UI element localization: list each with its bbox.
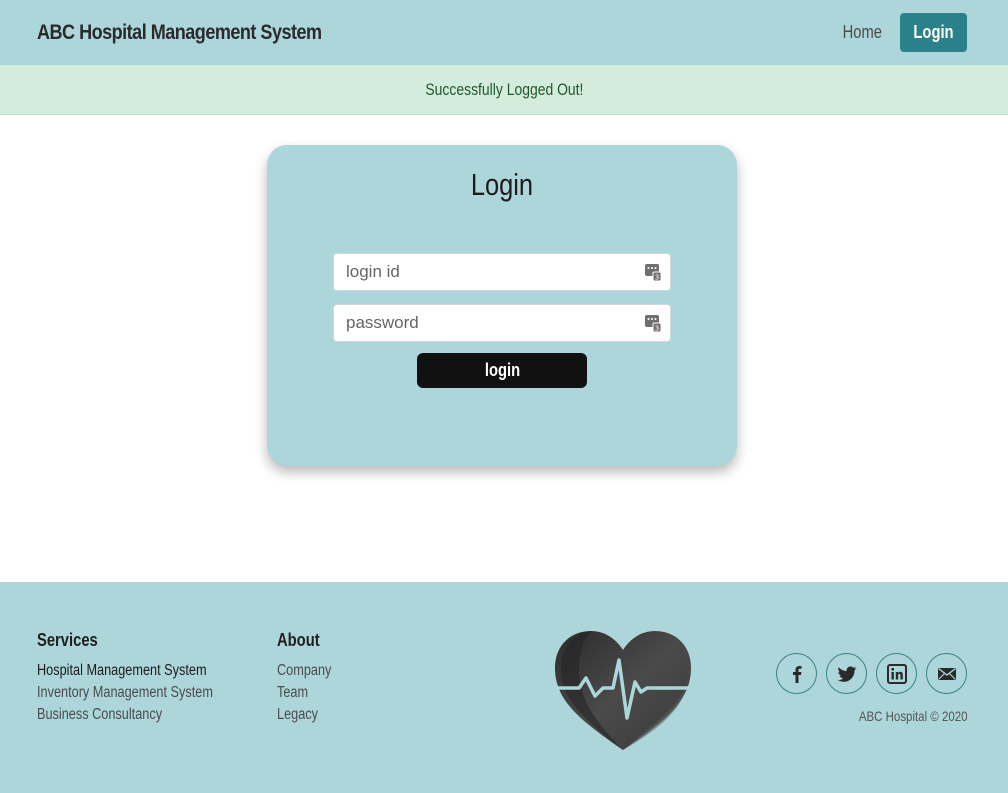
footer-services: Services Hospital Management System Inve… — [37, 630, 252, 726]
login-submit-label: login — [484, 360, 520, 380]
twitter-icon — [837, 666, 856, 682]
login-title-text: Login — [470, 167, 534, 202]
login-submit-button[interactable]: login — [417, 353, 587, 388]
navbar: ABC Hospital Management System Home Logi… — [0, 0, 1008, 65]
linkedin-icon — [886, 663, 907, 684]
login-title: Login — [267, 167, 737, 203]
about-link-legacy[interactable]: Legacy — [277, 704, 331, 726]
brand-title[interactable]: ABC Hospital Management System — [37, 21, 322, 45]
about-heading: About — [277, 630, 320, 650]
nav-home-link[interactable]: Home — [843, 22, 882, 43]
password-field: 3 — [333, 304, 671, 342]
login-id-input[interactable] — [334, 254, 670, 290]
svg-text:3: 3 — [655, 325, 659, 333]
social-links — [776, 653, 967, 694]
email-button[interactable] — [926, 653, 967, 694]
services-link-consultancy[interactable]: Business Consultancy — [37, 704, 213, 726]
password-input[interactable] — [334, 305, 670, 341]
services-link-hospital[interactable]: Hospital Management System — [37, 660, 213, 682]
footer-about: About Company Team Legacy — [277, 630, 343, 726]
logout-alert: Successfully Logged Out! — [0, 65, 1008, 115]
twitter-button[interactable] — [826, 653, 867, 694]
copyright-text: ABC Hospital © 2020 — [858, 708, 967, 724]
about-link-company[interactable]: Company — [277, 660, 331, 682]
nav-links: Home Login — [834, 13, 967, 52]
password-manager-icon[interactable]: 3 — [645, 264, 661, 281]
alert-message: Successfully Logged Out! — [424, 79, 584, 99]
services-link-inventory[interactable]: Inventory Management System — [37, 682, 213, 704]
nav-login-label: Login — [913, 22, 954, 42]
login-card: Login 3 3 login — [267, 145, 737, 466]
email-icon — [937, 667, 956, 680]
facebook-icon — [792, 665, 801, 683]
login-id-field: 3 — [333, 253, 671, 291]
facebook-button[interactable] — [776, 653, 817, 694]
about-link-team[interactable]: Team — [277, 682, 331, 704]
password-manager-icon[interactable]: 3 — [645, 315, 661, 332]
services-heading: Services — [37, 630, 98, 650]
footer: Services Hospital Management System Inve… — [0, 582, 1008, 793]
linkedin-button[interactable] — [876, 653, 917, 694]
nav-login-button[interactable]: Login — [900, 13, 967, 52]
heartbeat-logo-icon — [553, 631, 693, 750]
svg-text:3: 3 — [655, 274, 659, 282]
